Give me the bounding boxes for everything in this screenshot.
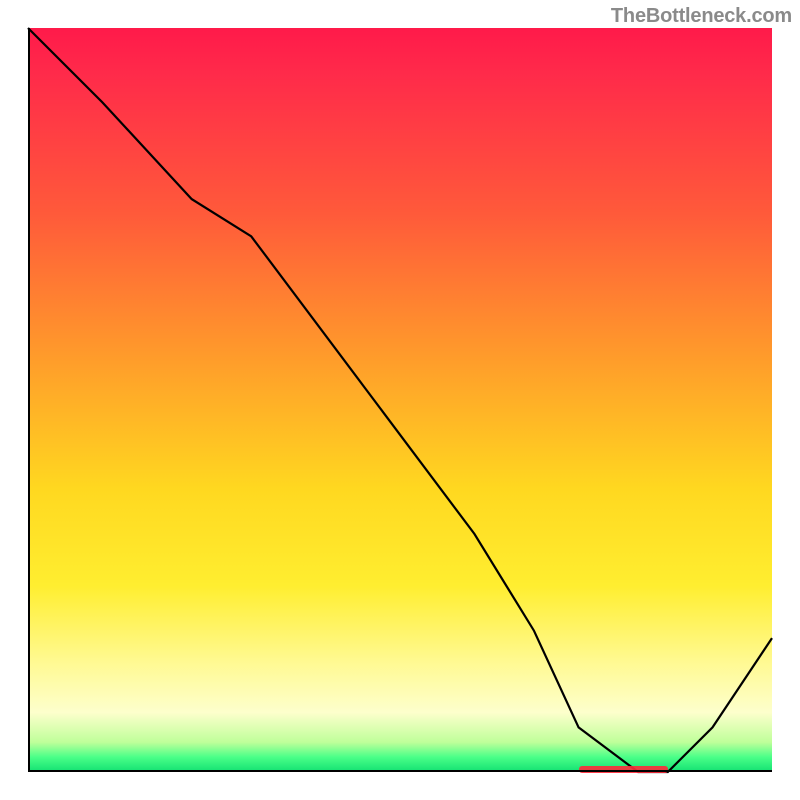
plot-area (28, 28, 772, 772)
watermark-text: TheBottleneck.com (611, 5, 792, 28)
optimal-range-marker (579, 766, 668, 773)
chart-container: TheBottleneck.com (0, 0, 800, 800)
bottleneck-curve-path (28, 28, 772, 772)
curve-svg (28, 28, 772, 772)
